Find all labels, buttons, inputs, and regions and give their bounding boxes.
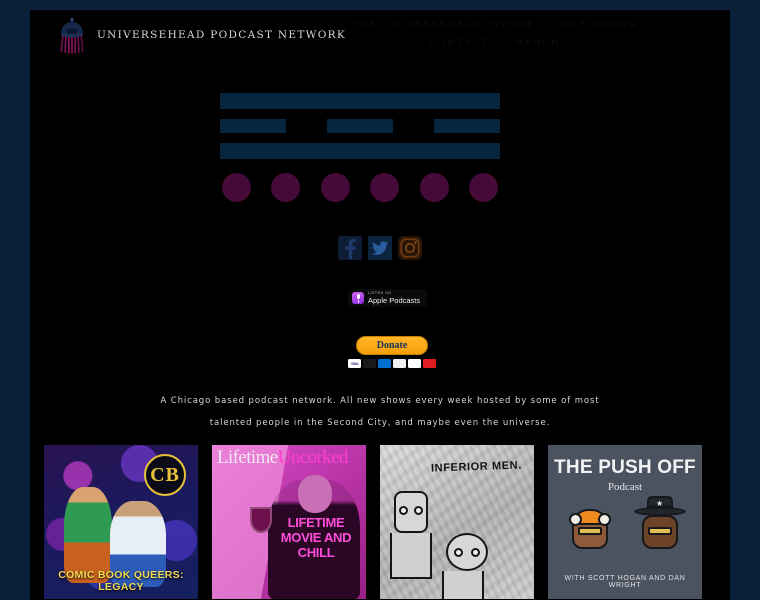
im-eye (471, 548, 480, 557)
nav-row-secondary: Contact Merch (280, 38, 710, 48)
cbq-logo-badge: CB (144, 454, 186, 496)
nav-link-our-shows[interactable]: Our Shows (561, 20, 638, 30)
content-placeholder-block (220, 93, 500, 202)
po-avatar-viking (566, 503, 614, 555)
lu-title-part2: Uncorked (277, 447, 349, 468)
po-visor-cowboy (648, 527, 672, 535)
placeholder-bar-row (220, 119, 500, 133)
page-root: Universehead Podcast Network The Univers… (0, 0, 760, 600)
show-artwork-the-push-off: THE PUSH OFF Podcast ★ WITH SCOTT HOGAN … (548, 445, 702, 599)
po-avatar-cowboy: ★ (634, 496, 686, 555)
instagram-icon[interactable] (398, 236, 422, 260)
show-card-comic-book-queers[interactable]: CB COMIC BOOK QUEERS: LEGACY (44, 445, 198, 600)
placeholder-dot (468, 173, 498, 202)
social-links (30, 236, 730, 260)
lu-title-part1: Lifetime (217, 447, 278, 468)
apple-podcasts-label: Apple Podcasts (368, 295, 421, 305)
site-header: Universehead Podcast Network The Univers… (30, 10, 730, 72)
facebook-icon[interactable] (338, 236, 362, 260)
other-card-icon (423, 359, 436, 368)
po-visor-viking (578, 527, 602, 535)
po-horn-left-icon (569, 513, 582, 526)
show-artwork-lifetime-uncorked: LIFETIME MOVIE AND CHILL LifetimeUncorke… (212, 445, 366, 599)
placeholder-bar-small-2 (327, 119, 393, 133)
placeholder-bar-small-1 (220, 119, 286, 133)
im-head-tall (394, 491, 428, 533)
im-head-short (446, 533, 488, 571)
lu-shirt-text: LIFETIME MOVIE AND CHILL (280, 515, 352, 560)
po-star-icon: ★ (656, 499, 664, 508)
im-body-tall (390, 533, 432, 579)
placeholder-dot (271, 173, 301, 202)
lu-person-head (298, 475, 332, 513)
show-card-lifetime-uncorked[interactable]: LIFETIME MOVIE AND CHILL LifetimeUncorke… (212, 445, 366, 600)
twitter-icon[interactable] (368, 236, 392, 260)
mastercard-card-icon (363, 359, 376, 368)
network-description: A Chicago based podcast network. All new… (160, 396, 600, 428)
show-card-inferior-men[interactable]: INFERIOR MEN. (380, 445, 534, 600)
maestro-card-icon (408, 359, 421, 368)
donate-button[interactable]: Donate (356, 336, 428, 355)
main-nav: The Universehead-iverse Our Shows Contac… (280, 20, 710, 56)
placeholder-dot (222, 173, 251, 202)
im-character-tall (390, 491, 432, 579)
amex-card-icon (378, 359, 391, 368)
placeholder-dot (370, 173, 400, 202)
page-canvas: Universehead Podcast Network The Univers… (30, 10, 730, 600)
po-helmet-icon (569, 509, 611, 526)
cbq-artwork-title: COMIC BOOK QUEERS: LEGACY (58, 569, 184, 593)
im-eye (414, 506, 423, 515)
po-hat-brim-icon (634, 507, 686, 516)
apple-podcasts-sup: Listen on (368, 290, 392, 295)
po-artwork-hosts: With Scott Hogan and Dan Wright (564, 575, 686, 589)
jellyfish-logo-icon (60, 17, 84, 54)
apple-podcasts-badge[interactable]: Listen on Apple Podcasts (348, 289, 428, 307)
show-grid: CB COMIC BOOK QUEERS: LEGACY LIFETIME MO… (44, 445, 716, 600)
im-eye (454, 548, 463, 557)
placeholder-dot (419, 173, 449, 202)
im-character-short (442, 533, 488, 599)
nav-link-contact[interactable]: Contact (430, 38, 489, 48)
po-artwork-title: THE PUSH OFF (554, 457, 696, 478)
placeholder-dots-row (220, 173, 500, 202)
po-artwork-subtitle: Podcast (607, 481, 643, 493)
placeholder-bar-small-3 (434, 119, 500, 133)
lu-wine-glass-icon (250, 507, 272, 533)
lu-artwork-title: LifetimeUncorked (217, 447, 363, 469)
placeholder-bar-2 (220, 143, 500, 159)
nav-row-primary: The Universehead-iverse Our Shows (280, 20, 710, 30)
im-eye (399, 506, 408, 515)
po-horn-right-icon (598, 513, 611, 526)
im-body-short (442, 571, 484, 599)
show-card-the-push-off[interactable]: THE PUSH OFF Podcast ★ WITH SCOTT HOGAN … (548, 445, 702, 600)
apple-podcasts-icon (352, 292, 364, 304)
donate-widget: Donate VISA (347, 336, 437, 368)
im-artwork-title: INFERIOR MEN. (430, 459, 523, 475)
apple-podcasts-text: Listen on Apple Podcasts (368, 290, 421, 305)
placeholder-bar-1 (220, 93, 500, 109)
accepted-cards-strip: VISA (347, 359, 437, 368)
nav-link-universehead-iverse[interactable]: The Universehead-iverse (352, 20, 535, 30)
placeholder-dot (320, 173, 350, 202)
visa-card-icon: VISA (348, 359, 361, 368)
show-artwork-comic-book-queers: CB COMIC BOOK QUEERS: LEGACY (44, 445, 198, 599)
show-artwork-inferior-men: INFERIOR MEN. (380, 445, 534, 599)
nav-link-merch[interactable]: Merch (515, 38, 561, 48)
discover-card-icon (393, 359, 406, 368)
